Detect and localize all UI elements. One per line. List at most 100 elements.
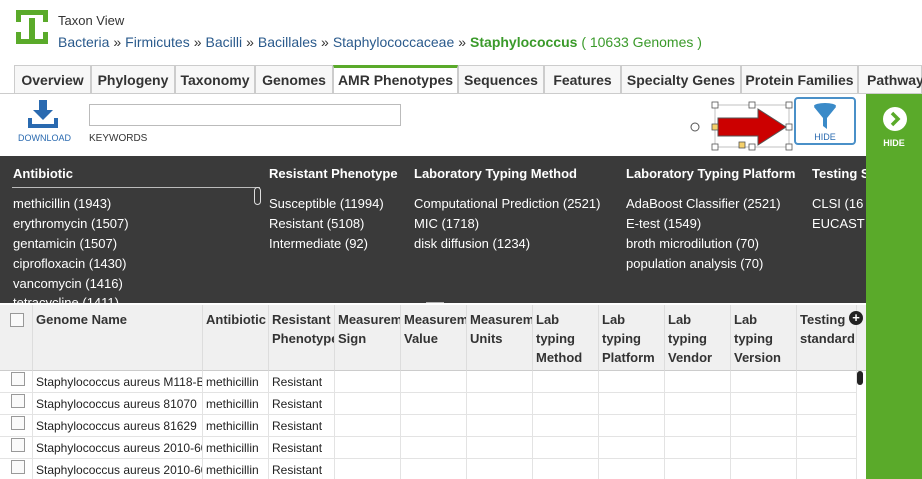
table-cell[interactable] xyxy=(335,371,401,393)
breadcrumb-link-staphylococcaceae[interactable]: Staphylococcaceae xyxy=(333,34,454,50)
table-cell[interactable] xyxy=(665,393,731,415)
download-button[interactable]: DOWNLOAD xyxy=(18,133,71,143)
column-header[interactable]: Measurem Value xyxy=(401,305,467,371)
table-cell[interactable] xyxy=(797,437,857,459)
breadcrumb-link-bacillales[interactable]: Bacillales xyxy=(258,34,317,50)
tab-genomes[interactable]: Genomes xyxy=(255,65,333,93)
table-cell[interactable] xyxy=(731,393,797,415)
breadcrumb-link-bacteria[interactable]: Bacteria xyxy=(58,34,109,50)
tab-phylogeny[interactable]: Phylogeny xyxy=(91,65,175,93)
table-cell[interactable] xyxy=(731,459,797,479)
column-header[interactable]: Measurem Units xyxy=(467,305,533,371)
tab-sequences[interactable]: Sequences xyxy=(458,65,544,93)
table-cell[interactable] xyxy=(599,415,665,437)
facet-item[interactable]: E-test (1549) xyxy=(626,216,701,231)
table-cell[interactable] xyxy=(533,437,599,459)
table-cell[interactable] xyxy=(665,459,731,479)
tab-taxonomy[interactable]: Taxonomy xyxy=(175,65,255,93)
facet-item[interactable]: MIC (1718) xyxy=(414,216,479,231)
facet-item[interactable]: erythromycin (1507) xyxy=(13,216,129,231)
chevron-right-circle-icon[interactable] xyxy=(882,106,908,132)
table-cell[interactable] xyxy=(467,415,533,437)
table-cell[interactable]: Resistant xyxy=(269,415,335,437)
table-cell[interactable] xyxy=(533,459,599,479)
add-column-icon[interactable]: + xyxy=(849,311,863,325)
table-cell[interactable] xyxy=(533,393,599,415)
table-cell[interactable] xyxy=(335,393,401,415)
facet-item[interactable]: disk diffusion (1234) xyxy=(414,236,530,251)
tab-overview[interactable]: Overview xyxy=(14,65,91,93)
table-cell[interactable]: Resistant xyxy=(269,371,335,393)
table-cell[interactable] xyxy=(599,437,665,459)
table-cell[interactable] xyxy=(797,371,857,393)
table-cell[interactable] xyxy=(335,437,401,459)
tab-specialty-genes[interactable]: Specialty Genes xyxy=(621,65,741,93)
table-cell[interactable] xyxy=(533,415,599,437)
table-cell[interactable]: methicillin xyxy=(203,459,269,479)
download-icon[interactable] xyxy=(28,100,58,128)
table-cell[interactable] xyxy=(599,371,665,393)
tab-features[interactable]: Features xyxy=(544,65,621,93)
table-cell[interactable]: Resistant xyxy=(269,437,335,459)
table-cell[interactable]: Resistant xyxy=(269,459,335,479)
table-cell[interactable] xyxy=(665,371,731,393)
table-cell[interactable]: Staphylococcus aureus 2010-60-1 xyxy=(33,459,203,479)
row-checkbox[interactable] xyxy=(11,394,25,408)
table-cell[interactable] xyxy=(467,393,533,415)
table-cell[interactable] xyxy=(797,393,857,415)
row-checkbox[interactable] xyxy=(11,372,25,386)
facet-item[interactable]: EUCAST xyxy=(812,216,865,231)
table-cell[interactable] xyxy=(599,459,665,479)
table-cell[interactable]: Staphylococcus aureus M118-B xyxy=(33,371,203,393)
column-header[interactable]: Measurem Sign xyxy=(335,305,401,371)
table-cell[interactable] xyxy=(731,437,797,459)
facet-item[interactable]: AdaBoost Classifier (2521) xyxy=(626,196,781,211)
tab-amr-phenotypes[interactable]: AMR Phenotypes xyxy=(333,65,458,94)
column-header[interactable]: Resistant Phenotype xyxy=(269,305,335,371)
column-header[interactable]: Lab typing Platform xyxy=(599,305,665,371)
column-header[interactable]: Genome Name xyxy=(33,305,203,371)
grid-scrollbar-thumb[interactable] xyxy=(857,371,863,385)
column-header[interactable]: Lab typing Vendor xyxy=(665,305,731,371)
facet-item[interactable]: CLSI (16 xyxy=(812,196,863,211)
facet-item[interactable]: Resistant (5108) xyxy=(269,216,364,231)
table-cell[interactable] xyxy=(797,415,857,437)
table-cell[interactable] xyxy=(599,393,665,415)
select-all-checkbox[interactable] xyxy=(10,313,24,327)
table-cell[interactable] xyxy=(335,415,401,437)
table-cell[interactable]: Resistant xyxy=(269,393,335,415)
table-cell[interactable]: Staphylococcus aureus 81070 xyxy=(33,393,203,415)
tab-protein-families[interactable]: Protein Families xyxy=(741,65,858,93)
facet-item[interactable]: vancomycin (1416) xyxy=(13,276,123,291)
column-header[interactable]: Testing standard xyxy=(797,305,857,371)
row-checkbox[interactable] xyxy=(11,460,25,474)
table-cell[interactable] xyxy=(797,459,857,479)
column-header[interactable]: Lab typing Method xyxy=(533,305,599,371)
facet-item[interactable]: ciprofloxacin (1430) xyxy=(13,256,126,271)
table-cell[interactable] xyxy=(731,371,797,393)
table-cell[interactable]: methicillin xyxy=(203,437,269,459)
facet-item[interactable]: population analysis (70) xyxy=(626,256,763,271)
breadcrumb-link-firmicutes[interactable]: Firmicutes xyxy=(125,34,190,50)
facet-item[interactable]: Computational Prediction (2521) xyxy=(414,196,600,211)
table-cell[interactable] xyxy=(467,437,533,459)
table-cell[interactable] xyxy=(533,371,599,393)
facet-item[interactable]: tetracycline (1411) xyxy=(13,295,119,303)
facet-scrollbar[interactable] xyxy=(254,187,261,205)
facet-item[interactable]: Intermediate (92) xyxy=(269,236,368,251)
column-header[interactable]: Lab typing Version xyxy=(731,305,797,371)
row-checkbox[interactable] xyxy=(11,416,25,430)
side-hide-button[interactable]: HIDE xyxy=(866,138,922,148)
table-cell[interactable]: Staphylococcus aureus 81629 xyxy=(33,415,203,437)
table-cell[interactable]: methicillin xyxy=(203,371,269,393)
table-cell[interactable] xyxy=(665,437,731,459)
facet-item[interactable]: methicillin (1943) xyxy=(13,196,111,211)
breadcrumb-link-bacilli[interactable]: Bacilli xyxy=(206,34,243,50)
table-cell[interactable] xyxy=(335,459,401,479)
table-cell[interactable] xyxy=(401,371,467,393)
table-cell[interactable] xyxy=(665,415,731,437)
table-cell[interactable]: methicillin xyxy=(203,393,269,415)
facet-item[interactable]: broth microdilution (70) xyxy=(626,236,759,251)
table-cell[interactable]: Staphylococcus aureus 2010-60-6 xyxy=(33,437,203,459)
hide-filter-button[interactable]: HIDE xyxy=(794,97,856,145)
